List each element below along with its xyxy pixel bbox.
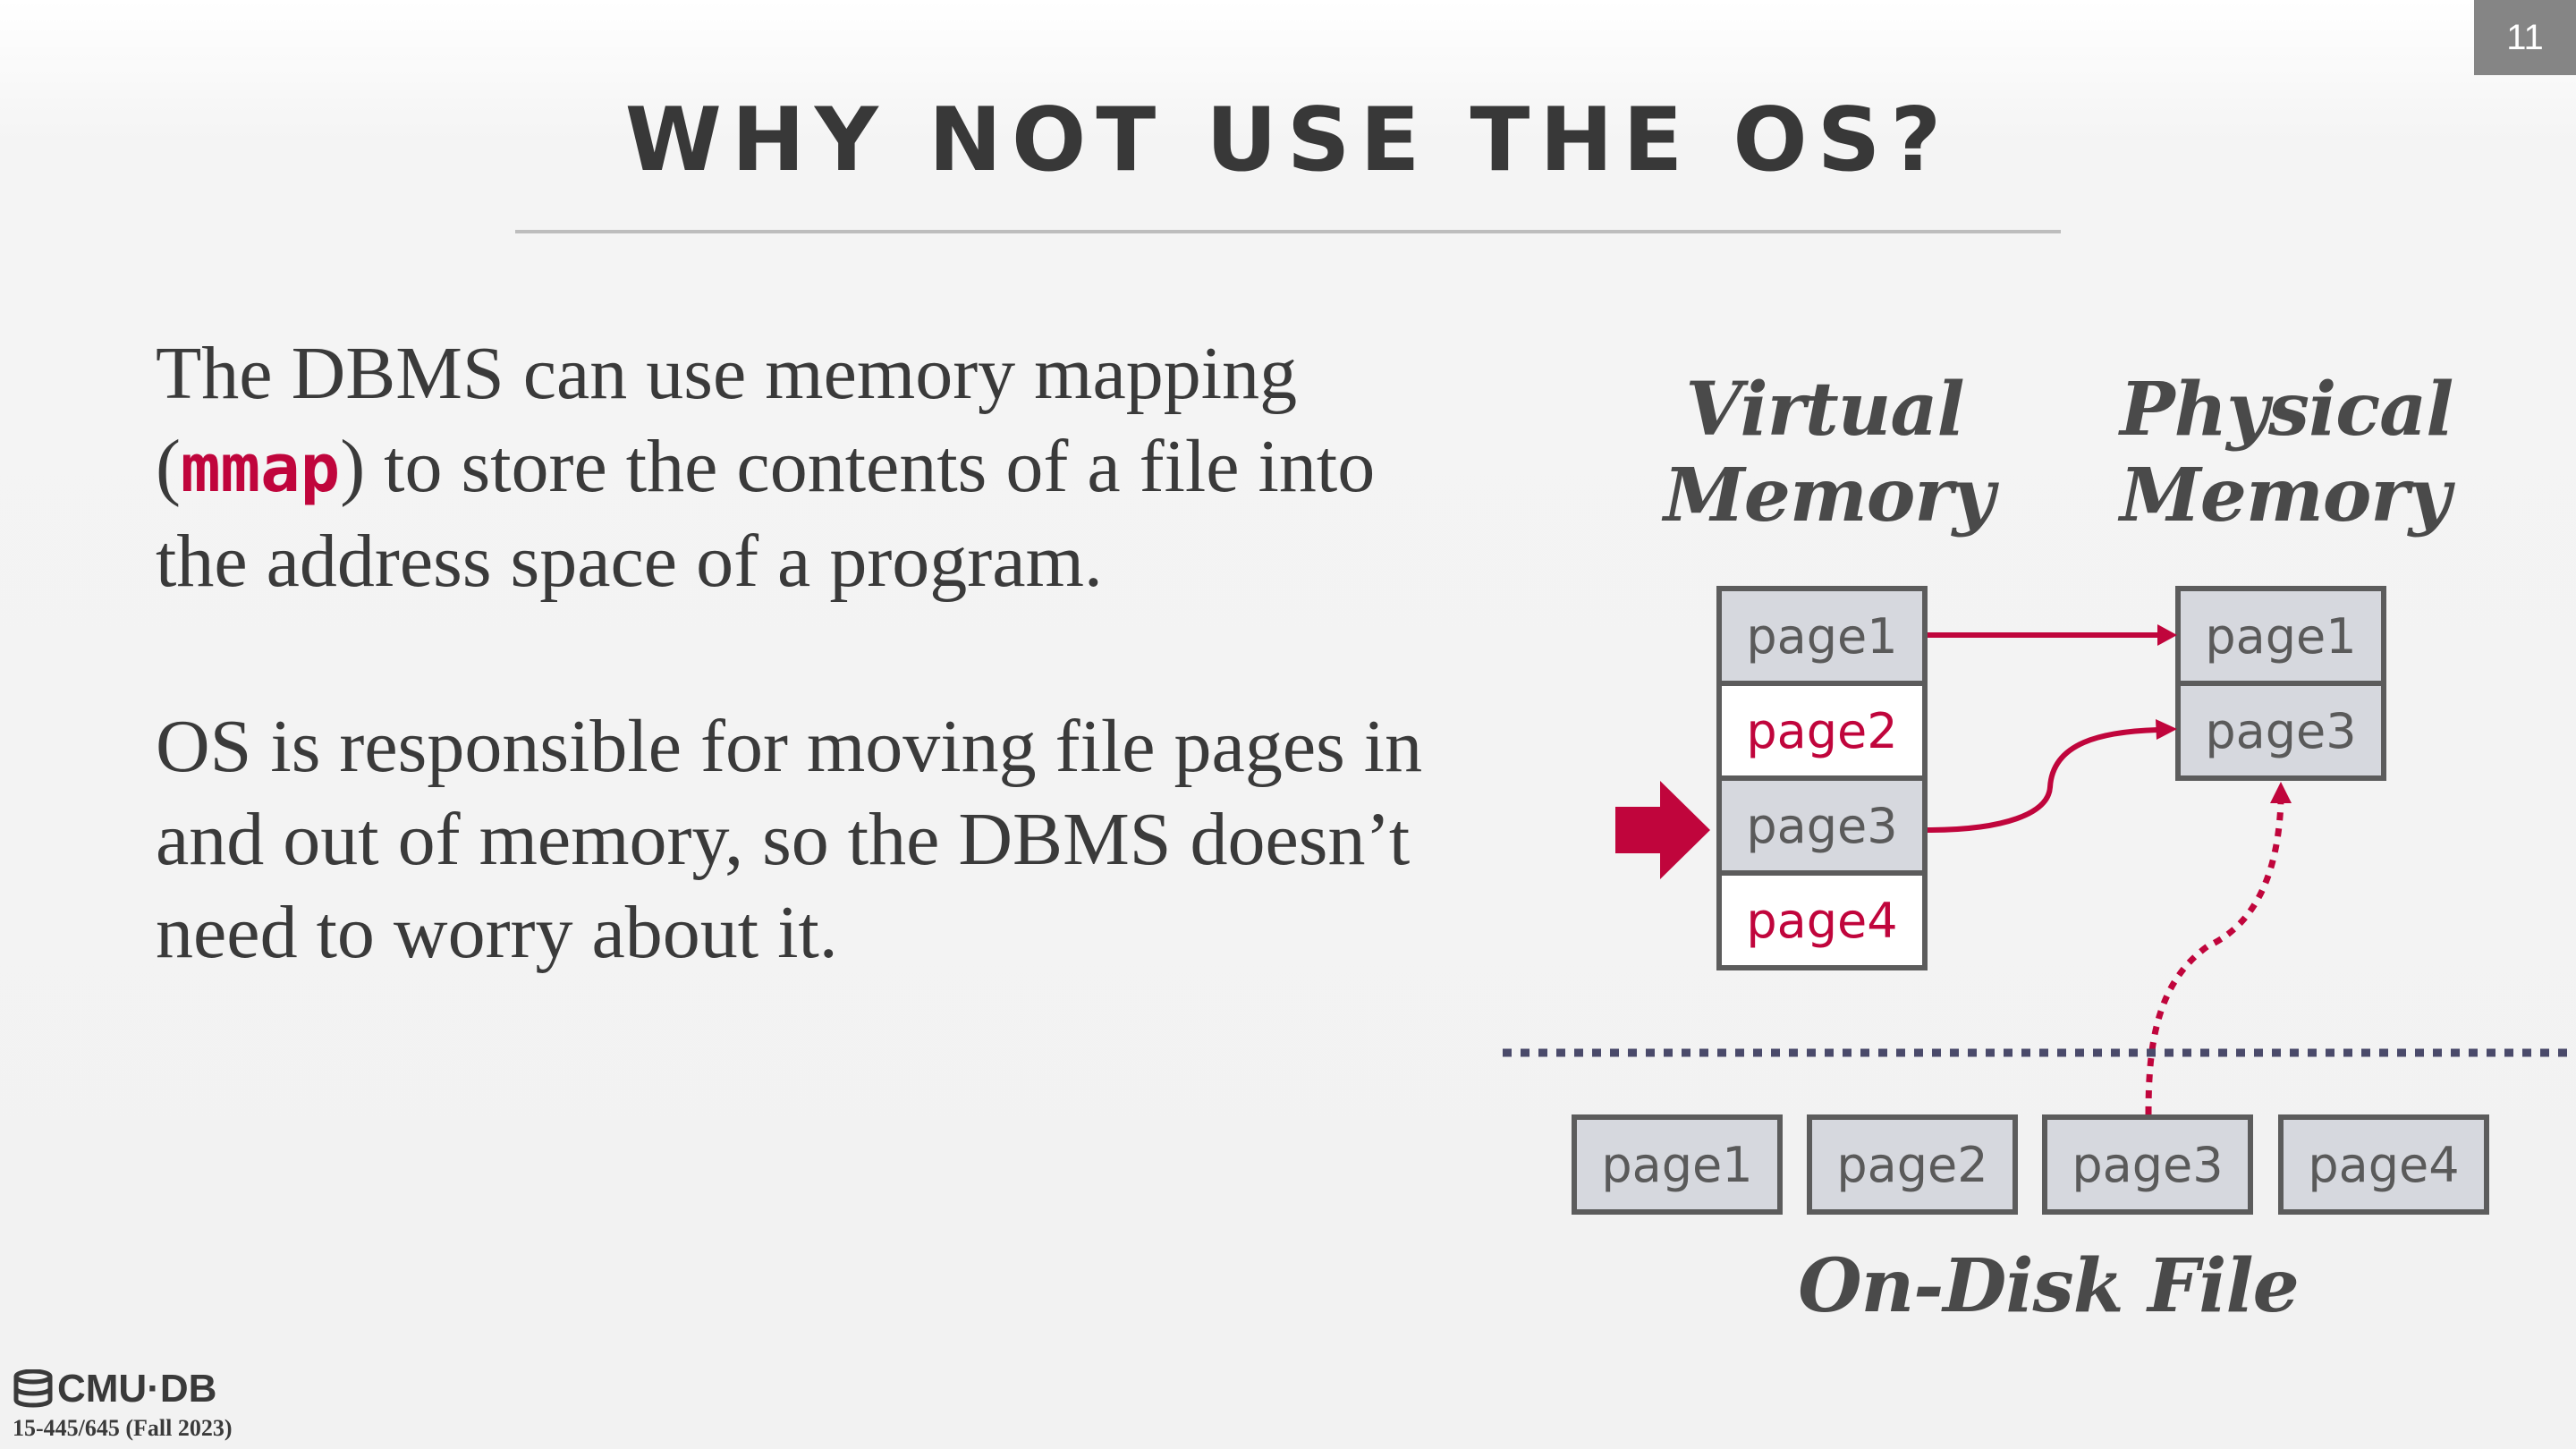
logo-text: CMU·DB [57,1367,217,1411]
arrowhead-page-fault [2270,782,2292,803]
access-pointer-arrow [1615,781,1710,879]
mapping-arrow-page3 [1927,727,2158,833]
arrowhead-page3 [2156,719,2177,740]
database-icon [13,1369,53,1408]
arrowhead-page1 [2157,624,2177,646]
page-fault-arrow [2145,800,2284,1115]
course-label: 15-445/645 (Fall 2023) [13,1415,233,1441]
diagram-connectors [1503,624,2576,1115]
cmu-db-logo: CMU·DB [13,1367,216,1411]
